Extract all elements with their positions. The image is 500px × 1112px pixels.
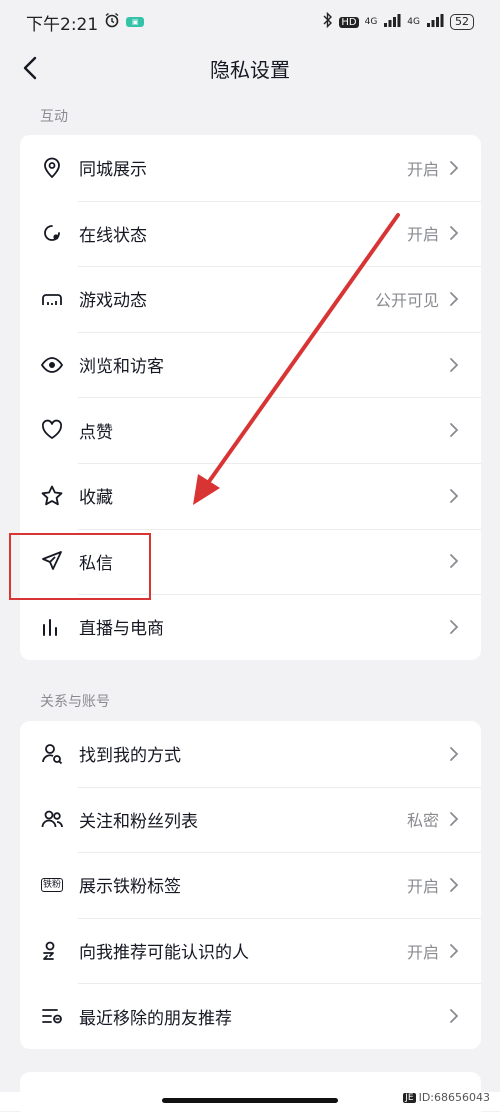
removed-list-icon (40, 1004, 64, 1028)
chevron-right-icon (450, 423, 459, 438)
chevron-right-icon (450, 943, 459, 958)
row-label: 收藏 (79, 488, 113, 509)
row-follow-fans-list[interactable]: 关注和粉丝列表 私密 (20, 786, 481, 853)
location-pin-icon (40, 156, 64, 180)
row-recently-removed[interactable]: 最近移除的朋友推荐 (20, 983, 481, 1049)
page-title: 隐私设置 (210, 57, 290, 82)
star-icon (40, 484, 64, 508)
network-label-2: 4G (407, 17, 420, 27)
chevron-right-icon (450, 1009, 459, 1024)
row-browse-visitors[interactable]: 浏览和访客 (20, 331, 481, 398)
row-live-ecommerce[interactable]: 直播与电商 (20, 594, 481, 660)
row-game-activity[interactable]: 游戏动态 公开可见 (20, 266, 481, 332)
chevron-right-icon (450, 488, 459, 503)
row-fan-badge[interactable]: 铁粉 展示铁粉标签 开启 (20, 852, 481, 918)
status-time: 下午2:21 (26, 14, 99, 35)
network-label-1: 4G (364, 17, 378, 27)
row-online-status[interactable]: 在线状态 开启 (20, 200, 481, 267)
row-value: 开启 (406, 225, 439, 245)
row-value: 开启 (406, 876, 439, 896)
recommend-user-icon (40, 939, 64, 963)
row-label: 最近移除的朋友推荐 (79, 1008, 232, 1029)
section-label-relations: 关系与账号 (40, 694, 110, 710)
row-value: 开启 (406, 942, 439, 962)
find-user-icon (40, 742, 64, 766)
row-label: 关注和粉丝列表 (79, 811, 198, 832)
row-nearby-display[interactable]: 同城展示 开启 (20, 135, 481, 201)
row-label: 向我推荐可能认识的人 (79, 943, 249, 964)
row-label: 找到我的方式 (79, 746, 181, 767)
nav-bar: 隐私设置 (0, 44, 500, 92)
alarm-icon (104, 12, 120, 33)
watermark-logo: JE (403, 1092, 416, 1103)
row-value: 私密 (406, 811, 439, 831)
row-value: 公开可见 (374, 290, 439, 310)
heart-icon (40, 418, 64, 442)
status-left: 下午2:21 ▣ (26, 10, 145, 35)
chevron-right-icon (450, 878, 459, 892)
annotation-highlight-box (9, 533, 151, 600)
back-button[interactable] (12, 50, 48, 86)
chevron-right-icon (450, 812, 459, 827)
chevron-left-icon (23, 56, 37, 80)
chevron-right-icon (450, 292, 459, 306)
row-label: 展示铁粉标签 (79, 877, 181, 898)
row-find-me[interactable]: 找到我的方式 (20, 721, 481, 787)
row-label: 同城展示 (79, 160, 147, 181)
row-label: 在线状态 (79, 225, 147, 246)
hd-label: HD (339, 16, 359, 28)
watermark: JE ID:68656043 (403, 1091, 490, 1104)
row-label: 浏览和访客 (79, 357, 164, 378)
row-label: 点赞 (79, 422, 113, 443)
row-label: 游戏动态 (79, 291, 147, 312)
home-indicator[interactable] (162, 1098, 338, 1103)
chevron-right-icon (450, 160, 459, 175)
signal-icon (383, 13, 401, 31)
online-status-icon (40, 221, 64, 245)
chevron-right-icon (450, 620, 459, 634)
chevron-right-icon (450, 554, 459, 569)
section-label-interaction: 互动 (40, 109, 68, 125)
card-relations: 找到我的方式 关注和粉丝列表 私密 铁粉 展示铁粉标签 开启 向我推荐可能认识的… (20, 721, 481, 1049)
row-recommend-people[interactable]: 向我推荐可能认识的人 开启 (20, 917, 481, 984)
row-value: 开启 (406, 159, 439, 179)
bar-chart-icon (40, 615, 64, 639)
game-controller-icon (40, 287, 64, 311)
chevron-right-icon (450, 226, 459, 241)
chevron-right-icon (450, 746, 459, 761)
row-favorites[interactable]: 收藏 (20, 462, 481, 529)
row-likes[interactable]: 点赞 (20, 397, 481, 463)
fan-badge-text: 铁粉 (40, 877, 63, 892)
users-icon (40, 807, 64, 831)
status-bar: 下午2:21 ▣ HD 4G 4G 52 (0, 0, 500, 44)
battery-indicator: 52 (450, 14, 474, 30)
app-notification-icon: ▣ (126, 17, 145, 27)
bluetooth-icon (323, 11, 333, 32)
status-right: HD 4G 4G 52 (323, 11, 474, 32)
row-label: 直播与电商 (79, 619, 164, 640)
watermark-id: ID:68656043 (418, 1091, 490, 1104)
signal-icon-2 (426, 13, 444, 31)
fan-badge-icon: 铁粉 (40, 873, 64, 897)
eye-icon (40, 353, 64, 377)
chevron-right-icon (450, 357, 459, 372)
